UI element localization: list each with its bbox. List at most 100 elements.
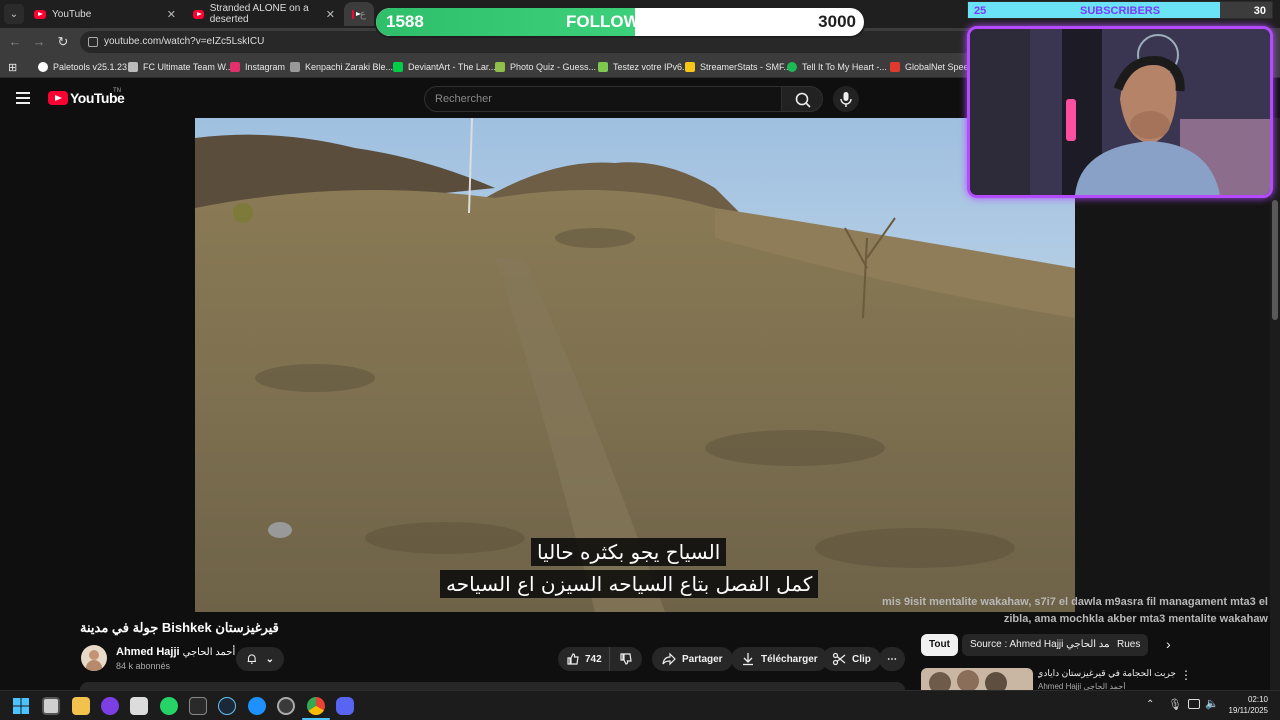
recommended-thumbnail[interactable] [921, 668, 1033, 690]
chat-overlay-message: mis 9isit mentalite wakahaw, s7i7 el daw… [882, 596, 1268, 625]
menu-icon[interactable] [16, 92, 30, 104]
app-cube-icon[interactable] [189, 697, 207, 715]
clock-date: 19/11/2025 [1228, 706, 1268, 715]
clip-button[interactable]: Clip [822, 647, 881, 671]
webcam-frame [970, 29, 1270, 195]
search-button[interactable] [781, 86, 823, 112]
page-scrollbar[interactable] [1270, 118, 1280, 690]
more-horiz-icon: ⋯ [887, 653, 897, 665]
clock-time: 02:10 [1247, 695, 1268, 704]
tab-search-button[interactable]: ⌄ [4, 4, 24, 24]
bookmark-spotify[interactable]: Tell It To My Heart -... [787, 59, 887, 75]
site-info-icon[interactable] [88, 37, 98, 47]
chevron-down-icon: ⌄ [265, 653, 274, 665]
channel-name[interactable]: Ahmed Hajji أحمد الحاجي [116, 646, 235, 658]
chevron-right-icon[interactable]: › [1166, 636, 1171, 652]
bookmark-label: Kenpachi Zaraki Ble... [305, 62, 394, 72]
chevron-down-icon: ⌄ [9, 8, 19, 20]
app-blue-icon[interactable] [248, 697, 266, 715]
channel-avatar[interactable] [81, 645, 107, 671]
tab-label: Stranded ALONE on a deserted [209, 3, 309, 25]
search-icon [795, 92, 811, 108]
back-arrow-icon[interactable]: ← [6, 33, 24, 51]
followers-goal-bar: 1588 FOLLOWERS 3000 [374, 6, 866, 38]
steam-icon[interactable] [218, 697, 236, 715]
youtube-favicon-icon [352, 9, 362, 19]
notifications-button[interactable]: ⌄ [236, 647, 284, 671]
subscribers-label: SUBSCRIBERS [1080, 5, 1161, 17]
download-button[interactable]: Télécharger [731, 647, 828, 671]
reload-icon[interactable]: ↻ [54, 33, 72, 51]
windows-taskbar: ⌃ 🎙 🔈 02:10 19/11/2025 [0, 690, 1280, 720]
subscribers-goal-bar: 25 SUBSCRIBERS 30 [967, 1, 1273, 19]
tab-label: YouTube [52, 8, 92, 20]
bar-chart-icon [685, 62, 695, 72]
task-view-icon[interactable] [42, 697, 60, 715]
speaker-icon[interactable]: 🔈 [1205, 697, 1219, 710]
bookmark-label: Tell It To My Heart -... [802, 62, 887, 72]
tab-youtube[interactable]: YouTube ✕ [26, 2, 184, 26]
youtube-favicon-icon [193, 9, 204, 19]
close-icon[interactable]: ✕ [326, 8, 335, 21]
more-actions-button[interactable]: ⋯ [879, 647, 905, 671]
tab-active[interactable]: ع [344, 2, 374, 26]
display-icon[interactable] [1188, 699, 1200, 709]
chevron-up-icon[interactable]: ⌃ [1146, 699, 1154, 710]
subtitle-line-2: كمل الفصل بتاع السياحه السيزن اع السياحه [440, 570, 819, 598]
description-box[interactable] [80, 682, 905, 690]
windows-start-icon[interactable] [12, 697, 30, 715]
tab-stranded[interactable]: Stranded ALONE on a deserted ✕ [185, 2, 343, 26]
file-explorer-icon[interactable] [72, 697, 90, 715]
chrome-icon[interactable] [307, 697, 325, 715]
subscriber-count: 84 k abonnés [116, 661, 171, 671]
bookmark-ipv6[interactable]: Testez votre IPv6. [598, 59, 685, 75]
microphone-icon[interactable]: 🎙 [1168, 698, 1182, 711]
search-input[interactable]: Rechercher [424, 86, 782, 112]
apps-icon[interactable]: ⊞ [8, 59, 17, 75]
video-player[interactable]: السياح يجو بكثره حاليا كمل الفصل بتاع ال… [195, 118, 1075, 612]
chip-all[interactable]: Tout [921, 634, 958, 656]
bookmark-favicon-icon [890, 62, 900, 72]
like-button[interactable]: 742 [558, 647, 610, 671]
bookmark-label: Paletools v25.1.23 [53, 62, 128, 72]
bell-icon [247, 654, 256, 664]
forward-arrow-icon[interactable]: → [30, 33, 48, 51]
app-circle-icon[interactable] [101, 697, 119, 715]
bookmark-globalnet[interactable]: GlobalNet Speed [890, 59, 974, 75]
app-dial-icon[interactable] [277, 697, 295, 715]
thumbs-up-icon [567, 653, 579, 665]
spotify-icon [787, 62, 797, 72]
close-icon[interactable]: ✕ [167, 8, 176, 21]
download-icon [743, 653, 753, 666]
bookmark-favicon-icon [128, 62, 138, 72]
whatsapp-icon[interactable] [160, 697, 178, 715]
dislike-button[interactable] [610, 647, 642, 671]
share-icon [662, 652, 676, 666]
bookmark-streamerstats[interactable]: StreamerStats - SMF... [685, 59, 791, 75]
discord-icon[interactable] [336, 697, 354, 715]
bookmark-kenpachi[interactable]: Kenpachi Zaraki Ble... [290, 59, 393, 75]
bookmark-deviantart[interactable]: DeviantArt - The Lar... [393, 59, 496, 75]
youtube-logo-icon[interactable] [48, 91, 68, 105]
checkbox-icon [598, 62, 608, 72]
recommended-channel: Ahmed Hajji أحمد الحاجي [1038, 682, 1126, 690]
url-text: youtube.com/watch?v=eIZc5LskICU [104, 36, 265, 47]
bookmark-photo-quiz[interactable]: Photo Quiz - Guess... [495, 59, 596, 75]
more-vert-icon[interactable]: ⋮ [1180, 668, 1192, 682]
instagram-icon [230, 62, 240, 72]
thumbs-down-icon [620, 653, 632, 665]
chip-source[interactable]: Source : Ahmed Hajji أحمد الحاجي [962, 634, 1127, 656]
bookmark-instagram[interactable]: Instagram [230, 59, 285, 75]
voice-search-button[interactable] [833, 86, 859, 112]
share-button[interactable]: Partager [652, 647, 733, 671]
bookmark-fc-ultimate[interactable]: FC Ultimate Team W... [128, 59, 233, 75]
chip-streets[interactable]: Rues [1109, 634, 1149, 656]
scrollbar-thumb[interactable] [1272, 200, 1278, 320]
share-label: Partager [682, 653, 723, 665]
system-clock[interactable]: 02:10 19/11/2025 [1222, 694, 1268, 716]
app-window-icon[interactable] [130, 697, 148, 715]
followers-goal: 3000 [818, 12, 856, 31]
recommended-title[interactable]: جربت الحجامة في قيرغيزستان دايادي توصية [1038, 668, 1176, 679]
bookmark-favicon-icon [290, 62, 300, 72]
bookmark-paletools[interactable]: Paletools v25.1.23 [38, 59, 127, 75]
